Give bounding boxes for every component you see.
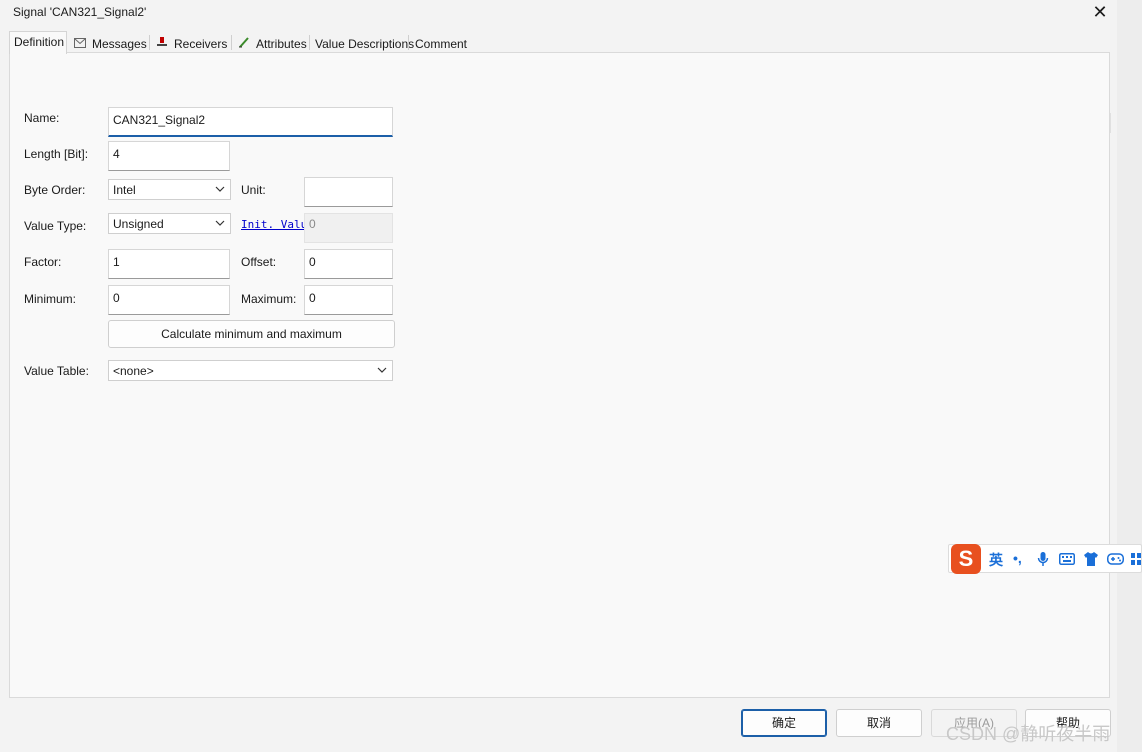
tab-label: Comment	[415, 37, 468, 51]
minimum-value: 0	[113, 291, 120, 305]
tab-definition[interactable]: Definition	[9, 31, 67, 54]
cancel-label: 取消	[866, 716, 891, 730]
calculate-min-max-button[interactable]: Calculate minimum and maximum	[108, 320, 395, 348]
sogou-logo-icon: S	[951, 544, 981, 574]
skin-shirt-icon[interactable]	[1083, 552, 1099, 569]
tab-label: Definition	[14, 35, 65, 49]
ime-language-toggle[interactable]: 英	[989, 550, 1003, 570]
keyboard-icon[interactable]	[1059, 552, 1075, 568]
value-type-value: Unsigned	[113, 217, 164, 231]
ime-toolbar[interactable]: S 英 •,	[948, 544, 1142, 574]
offset-field[interactable]: 0	[304, 249, 393, 279]
tab-value-descriptions[interactable]: Value Descriptions	[310, 34, 414, 53]
tab-messages[interactable]: Messages	[69, 34, 149, 53]
name-field[interactable]: CAN321_Signal2	[108, 107, 393, 137]
ok-button[interactable]: 确定	[741, 709, 827, 737]
cancel-button[interactable]: 取消	[836, 709, 922, 737]
microphone-icon[interactable]	[1037, 551, 1049, 570]
chevron-down-icon	[377, 364, 387, 376]
tab-divider	[149, 35, 150, 50]
factor-value: 1	[113, 255, 120, 269]
tab-divider	[231, 35, 232, 50]
calculate-button-label: Calculate minimum and maximum	[161, 327, 342, 341]
minimum-label: Minimum:	[24, 292, 77, 306]
minimum-field[interactable]: 0	[108, 285, 230, 315]
init-value-field: 0	[304, 213, 393, 243]
tab-comment[interactable]: Comment	[410, 34, 467, 53]
factor-label: Factor:	[24, 255, 62, 269]
maximum-field[interactable]: 0	[304, 285, 393, 315]
init-value: 0	[309, 217, 316, 231]
unit-label: Unit:	[241, 183, 266, 197]
window-title: Signal 'CAN321_Signal2'	[13, 5, 147, 19]
name-value: CAN321_Signal2	[113, 113, 206, 127]
value-type-label: Value Type:	[24, 219, 87, 233]
length-value: 4	[113, 147, 120, 161]
panel-edge	[1110, 113, 1111, 133]
value-table-select[interactable]: <none>	[108, 360, 393, 381]
init-value-link[interactable]: Init. Value	[241, 218, 305, 231]
chevron-down-icon	[215, 217, 225, 229]
toolbox-grid-icon[interactable]	[1131, 552, 1141, 569]
name-label: Name:	[24, 111, 60, 125]
byte-order-label: Byte Order:	[24, 183, 86, 197]
ok-label: 确定	[771, 716, 796, 730]
offset-value: 0	[309, 255, 316, 269]
length-label: Length [Bit]:	[24, 147, 89, 161]
ime-punctuation-toggle[interactable]: •,	[1013, 550, 1022, 566]
tab-label: Attributes	[256, 37, 307, 51]
value-type-select[interactable]: Unsigned	[108, 213, 231, 234]
gamepad-icon[interactable]	[1107, 552, 1124, 568]
close-icon: ✕	[1092, 2, 1108, 22]
tab-label: Receivers	[174, 37, 228, 51]
desktop-background	[1117, 0, 1142, 752]
close-button[interactable]: ✕	[1088, 2, 1112, 22]
unit-field[interactable]	[304, 177, 393, 207]
value-table-value: <none>	[113, 364, 154, 378]
chevron-down-icon	[215, 183, 225, 195]
title-bar: Signal 'CAN321_Signal2' ✕	[0, 0, 1117, 26]
tab-label: Messages	[92, 37, 147, 51]
maximum-label: Maximum:	[241, 292, 297, 306]
tab-receivers[interactable]: Receivers	[151, 34, 231, 53]
maximum-value: 0	[309, 291, 316, 305]
signal-dialog: Signal 'CAN321_Signal2' ✕ Definition Mes…	[0, 0, 1118, 752]
ime-logo-text: S	[958, 546, 974, 571]
tab-attributes[interactable]: Attributes	[233, 34, 309, 53]
factor-field[interactable]: 1	[108, 249, 230, 279]
value-table-label: Value Table:	[24, 364, 89, 378]
byte-order-value: Intel	[113, 183, 136, 197]
tab-label: Value Descriptions	[315, 37, 415, 51]
length-field[interactable]: 4	[108, 141, 230, 171]
tab-divider	[408, 35, 409, 50]
byte-order-select[interactable]: Intel	[108, 179, 231, 200]
csdn-watermark: CSDN @静听夜半雨	[946, 724, 1111, 744]
offset-label: Offset:	[241, 255, 277, 269]
